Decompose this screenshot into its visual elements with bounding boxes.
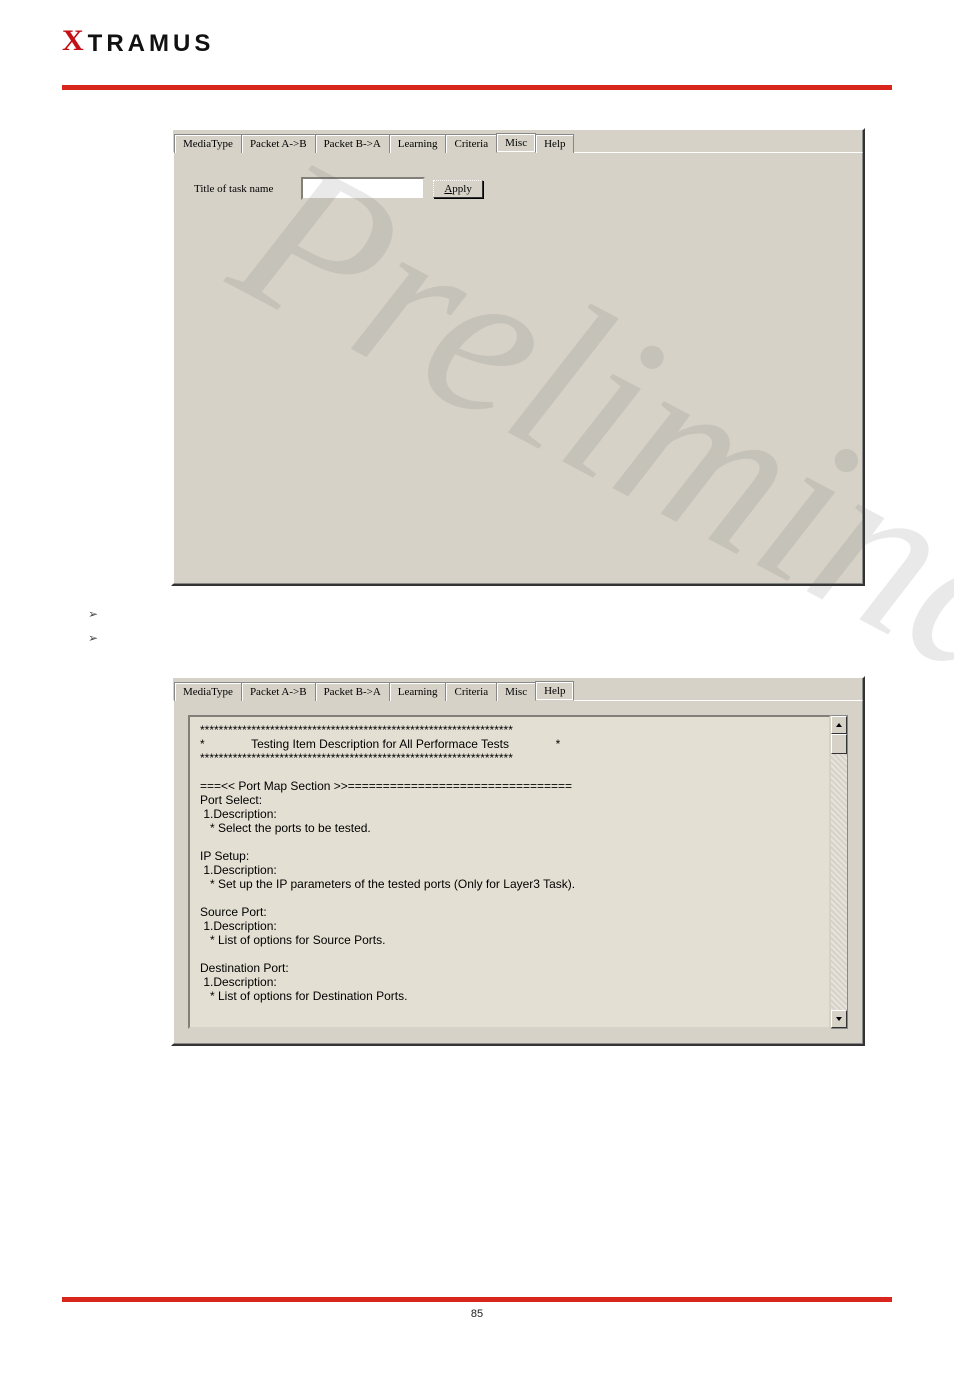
scrollbar[interactable]	[831, 715, 848, 1029]
misc-pane: Title of task name Apply	[173, 152, 863, 584]
tab-help[interactable]: Help	[535, 134, 574, 153]
logo-rest: TRAMUS	[88, 32, 215, 56]
page-footer: 85	[62, 1281, 892, 1320]
footer-rule	[62, 1297, 892, 1302]
bullet-arrow-icon: ➢	[88, 607, 98, 621]
tab-criteria-2[interactable]: Criteria	[445, 682, 497, 701]
apply-rest: pply	[452, 183, 472, 195]
header-rule	[62, 85, 892, 90]
page-number: 85	[62, 1308, 892, 1320]
chevron-up-icon	[835, 721, 843, 729]
help-textarea[interactable]: ****************************************…	[188, 715, 831, 1029]
bullet-item: ➢ Apply: Click this to apply this settin…	[88, 628, 954, 646]
tab-strip-misc: MediaType Packet A->B Packet B->A Learni…	[173, 130, 863, 152]
bullet-item: ➢ Title of task name: Set a title for th…	[88, 604, 954, 622]
tab-learning[interactable]: Learning	[389, 134, 447, 153]
bullet-list: ➢ Title of task name: Set a title for th…	[88, 604, 954, 646]
tab-mediatype-2[interactable]: MediaType	[174, 682, 242, 701]
title-of-task-label: Title of task name	[194, 183, 273, 195]
tab-packet-a-b-2[interactable]: Packet A->B	[241, 682, 316, 701]
apply-button[interactable]: Apply	[433, 180, 483, 198]
scroll-up-button[interactable]	[831, 716, 847, 734]
title-of-task-input[interactable]	[301, 177, 425, 200]
help-pane: ****************************************…	[173, 700, 863, 1044]
tab-help-2[interactable]: Help	[535, 681, 574, 701]
scroll-thumb[interactable]	[831, 734, 847, 754]
scroll-track[interactable]	[831, 754, 847, 1010]
bullet-arrow-icon: ➢	[88, 631, 98, 645]
tab-mediatype[interactable]: MediaType	[174, 134, 242, 153]
tab-learning-2[interactable]: Learning	[389, 682, 447, 701]
page-header: X TRAMUS Preliminary	[0, 0, 954, 94]
tab-misc[interactable]: Misc	[496, 133, 536, 153]
scroll-down-button[interactable]	[831, 1010, 847, 1028]
logo: X TRAMUS	[62, 26, 892, 56]
tab-criteria[interactable]: Criteria	[445, 134, 497, 153]
chevron-down-icon	[835, 1015, 843, 1023]
tab-packet-b-a-2[interactable]: Packet B->A	[315, 682, 390, 701]
logo-x: X	[62, 26, 84, 56]
window-help: MediaType Packet A->B Packet B->A Learni…	[171, 676, 865, 1046]
window-misc: MediaType Packet A->B Packet B->A Learni…	[171, 128, 865, 586]
tab-strip-help: MediaType Packet A->B Packet B->A Learni…	[173, 678, 863, 700]
tab-misc-2[interactable]: Misc	[496, 682, 536, 701]
tab-packet-a-b[interactable]: Packet A->B	[241, 134, 316, 153]
tab-packet-b-a[interactable]: Packet B->A	[315, 134, 390, 153]
